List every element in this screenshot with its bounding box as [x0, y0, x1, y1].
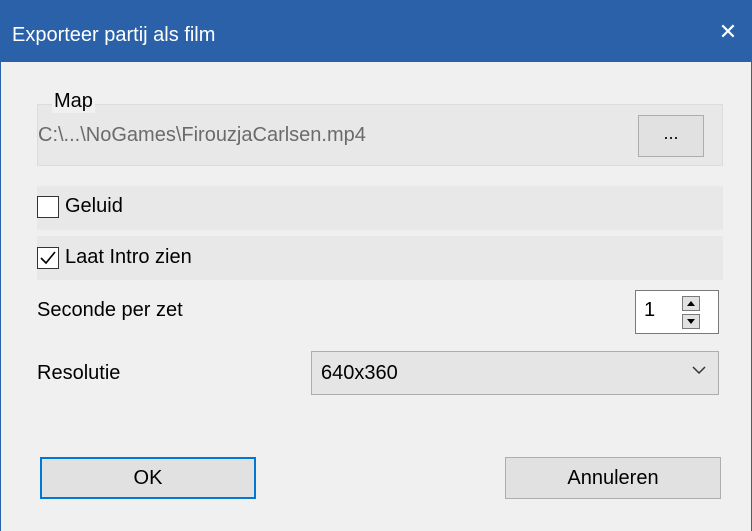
intro-checkbox-row[interactable]: Laat Intro zien [37, 246, 192, 269]
sound-checkbox-row[interactable]: Geluid [37, 195, 123, 218]
window-title: Exporteer partij als film [12, 24, 216, 46]
folder-group-label: Map [52, 90, 95, 113]
checkmark-icon [40, 250, 56, 264]
sound-row [37, 186, 723, 230]
folder-path: C:\...\NoGames\FirouzjaCarlsen.mp4 [38, 124, 366, 146]
dropdown-arrow-icon [692, 366, 706, 375]
browse-button[interactable]: ... [638, 115, 704, 157]
intro-checkbox[interactable] [37, 246, 59, 269]
resolution-value: 640x360 [321, 362, 398, 384]
seconds-value[interactable]: 1 [644, 299, 655, 322]
stepper-down-button[interactable] [682, 314, 700, 329]
ok-button[interactable]: OK [40, 457, 256, 499]
chevron-down-icon [687, 319, 695, 324]
chevron-up-icon [687, 301, 695, 306]
resolution-select[interactable]: 640x360 [311, 351, 719, 395]
sound-label: Geluid [65, 195, 123, 217]
resolution-label: Resolutie [37, 362, 121, 384]
close-icon[interactable]: ✕ [710, 14, 746, 50]
sound-checkbox[interactable] [37, 195, 59, 218]
cancel-button[interactable]: Annuleren [505, 457, 721, 499]
seconds-label: Seconde per zet [37, 299, 183, 321]
intro-label: Laat Intro zien [65, 246, 192, 268]
seconds-stepper[interactable]: 1 [635, 290, 719, 334]
stepper-up-button[interactable] [682, 296, 700, 311]
title-bar: Exporteer partij als film ✕ [0, 0, 752, 62]
